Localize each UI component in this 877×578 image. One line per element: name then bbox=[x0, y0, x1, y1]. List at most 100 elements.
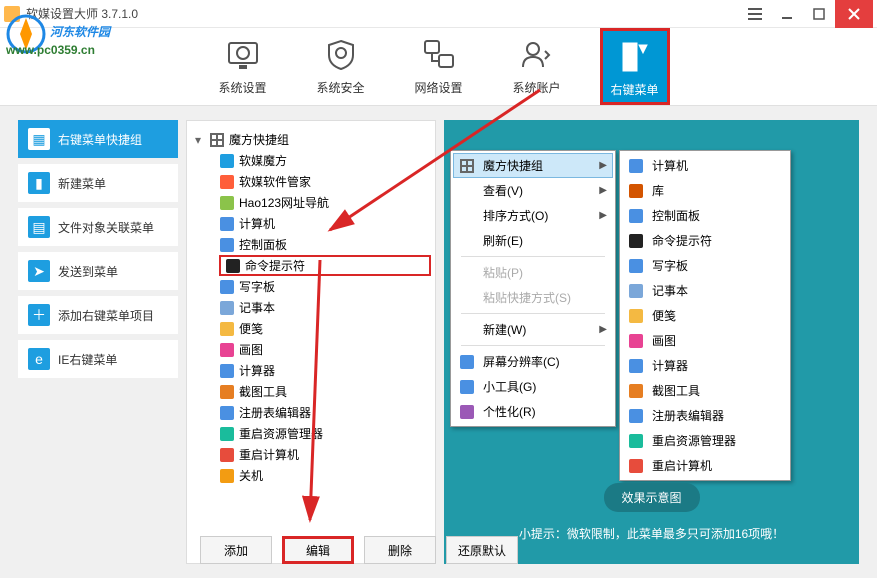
sidebar-item-send-to[interactable]: ➤发送到菜单 bbox=[18, 252, 178, 290]
tree-node[interactable]: 画图 bbox=[219, 339, 431, 360]
toolbar-context-menu[interactable]: 右键菜单 bbox=[600, 28, 670, 105]
menu-item[interactable]: 计算器 bbox=[622, 353, 788, 378]
menu-item-icon bbox=[628, 158, 644, 174]
tree-node-label: 计算机 bbox=[239, 215, 275, 232]
menu-item-label: 个性化(R) bbox=[483, 403, 536, 420]
sidebar-item-add-item[interactable]: ＋添加右键菜单项目 bbox=[18, 296, 178, 334]
tree-node[interactable]: 截图工具 bbox=[219, 381, 431, 402]
menu-item[interactable]: 截图工具 bbox=[622, 378, 788, 403]
menu-item[interactable]: 控制面板 bbox=[622, 203, 788, 228]
menu-item[interactable]: 命令提示符 bbox=[622, 228, 788, 253]
tree-node[interactable]: 计算器 bbox=[219, 360, 431, 381]
app-icon bbox=[219, 363, 235, 379]
menu-item-icon bbox=[459, 290, 475, 306]
toolbar-sys-account[interactable]: 系统账户 bbox=[502, 37, 572, 96]
sidebar-icon: ▮ bbox=[28, 172, 50, 194]
menu-item-label: 排序方式(O) bbox=[483, 207, 548, 224]
tree-node[interactable]: Hao123网址导航 bbox=[219, 192, 431, 213]
tree-node-label: 重启资源管理器 bbox=[239, 425, 323, 442]
app-icon bbox=[219, 174, 235, 190]
tree-node[interactable]: 关机 bbox=[219, 465, 431, 486]
minimize-button[interactable] bbox=[771, 0, 803, 28]
menu-separator bbox=[461, 345, 605, 346]
app-icon bbox=[219, 300, 235, 316]
tree-panel[interactable]: ▾ 魔方快捷组 软媒魔方软媒软件管家 Hao123网址导航计算机控制面板命令提示符… bbox=[186, 120, 436, 564]
menu-item-label: 写字板 bbox=[652, 257, 688, 274]
tree-node-label: Hao123网址导航 bbox=[239, 194, 329, 211]
tree-node-label: 便笺 bbox=[239, 320, 263, 337]
toolbar-sys-security[interactable]: 系统安全 bbox=[306, 37, 376, 96]
menu-item[interactable]: 重启计算机 bbox=[622, 453, 788, 478]
menu-item-label: 查看(V) bbox=[483, 182, 523, 199]
user-icon bbox=[519, 37, 555, 73]
menu-item[interactable]: 查看(V) ▶ bbox=[453, 178, 613, 203]
tree-node[interactable]: 软媒魔方 bbox=[219, 150, 431, 171]
submenu-arrow-icon: ▶ bbox=[599, 324, 607, 335]
menu-item[interactable]: 重启资源管理器 bbox=[622, 428, 788, 453]
menu-item-icon bbox=[459, 322, 475, 338]
tree-node[interactable]: 写字板 bbox=[219, 276, 431, 297]
menu-item-label: 粘贴快捷方式(S) bbox=[483, 289, 571, 306]
sidebar-icon: ＋ bbox=[28, 304, 50, 326]
menu-item-icon bbox=[459, 183, 475, 199]
menu-item[interactable]: 记事本 bbox=[622, 278, 788, 303]
tree-node[interactable]: 计算机 bbox=[219, 213, 431, 234]
menu-item[interactable]: 屏幕分辨率(C) bbox=[453, 349, 613, 374]
menu-item[interactable]: 新建(W)▶ bbox=[453, 317, 613, 342]
sidebar-item-shortcut-group[interactable]: ▦右键菜单快捷组 bbox=[18, 120, 178, 158]
sidebar: ▦右键菜单快捷组 ▮ 新建菜单 ▤文件对象关联菜单 ➤发送到菜单 ＋添加右键菜单项目 eIE… bbox=[18, 120, 178, 564]
menu-item[interactable]: 排序方式(O)▶ bbox=[453, 203, 613, 228]
tree-node-label: 软媒魔方 bbox=[239, 152, 287, 169]
delete-button[interactable]: 删除 bbox=[364, 536, 436, 564]
edit-button[interactable]: 编辑 bbox=[282, 536, 354, 564]
bottom-button-bar: 添加 编辑 删除 还原默认 bbox=[200, 536, 518, 564]
menu-item-icon bbox=[459, 354, 475, 370]
tree-node[interactable]: 重启资源管理器 bbox=[219, 423, 431, 444]
menu-item[interactable]: 注册表编辑器 bbox=[622, 403, 788, 428]
menu-item[interactable]: 画图 bbox=[622, 328, 788, 353]
preview-panel: 魔方快捷组▶查看(V)▶排序方式(O)▶刷新(E)粘贴(P)粘贴快捷方式(S)新… bbox=[444, 120, 859, 564]
menu-item[interactable]: 便笺 bbox=[622, 303, 788, 328]
restore-button[interactable]: 还原默认 bbox=[446, 536, 518, 564]
sidebar-item-new-menu[interactable]: ▮ 新建菜单 bbox=[18, 164, 178, 202]
toolbar-sys-settings[interactable]: 系统设置 bbox=[208, 37, 278, 96]
toolbar-label: 右键菜单 bbox=[610, 81, 658, 98]
menu-item[interactable]: 写字板 bbox=[622, 253, 788, 278]
tree-node[interactable]: 命令提示符 bbox=[219, 255, 431, 276]
tree-node[interactable]: 重启计算机 bbox=[219, 444, 431, 465]
menu-button[interactable] bbox=[739, 0, 771, 28]
tree-node-label: 画图 bbox=[239, 341, 263, 358]
tree-node[interactable]: 便笺 bbox=[219, 318, 431, 339]
close-button[interactable] bbox=[835, 0, 873, 28]
menu-separator bbox=[461, 313, 605, 314]
app-icon bbox=[219, 384, 235, 400]
submenu-arrow-icon: ▶ bbox=[599, 185, 607, 196]
tree-node[interactable]: 注册表编辑器 bbox=[219, 402, 431, 423]
grid-icon bbox=[209, 132, 225, 148]
app-icon bbox=[219, 426, 235, 442]
tree-node[interactable]: 记事本 bbox=[219, 297, 431, 318]
context-menu-icon bbox=[617, 39, 653, 75]
tree-node-label: 注册表编辑器 bbox=[239, 404, 311, 421]
sidebar-item-label: IE右键菜单 bbox=[58, 351, 117, 368]
tree-node[interactable]: 控制面板 bbox=[219, 234, 431, 255]
menu-item[interactable]: 小工具(G) bbox=[453, 374, 613, 399]
sidebar-item-label: 新建菜单 bbox=[58, 175, 106, 192]
tree-root-node[interactable]: ▾ 魔方快捷组 bbox=[195, 129, 431, 150]
close-icon bbox=[848, 8, 860, 20]
maximize-button[interactable] bbox=[803, 0, 835, 28]
menu-item[interactable]: 刷新(E) bbox=[453, 228, 613, 253]
add-button[interactable]: 添加 bbox=[200, 536, 272, 564]
menu-item[interactable]: 计算机 bbox=[622, 153, 788, 178]
menu-item[interactable]: 库 bbox=[622, 178, 788, 203]
tree-node-label: 关机 bbox=[239, 467, 263, 484]
menu-item[interactable]: 魔方快捷组▶ bbox=[453, 153, 613, 178]
menu-item[interactable]: 个性化(R) bbox=[453, 399, 613, 424]
toolbar-net-settings[interactable]: 网络设置 bbox=[404, 37, 474, 96]
sidebar-item-file-assoc[interactable]: ▤文件对象关联菜单 bbox=[18, 208, 178, 246]
app-icon bbox=[219, 405, 235, 421]
tree-node[interactable]: 软媒软件管家 bbox=[219, 171, 431, 192]
sidebar-item-ie-menu[interactable]: eIE右键菜单 bbox=[18, 340, 178, 378]
hamburger-icon bbox=[748, 8, 762, 20]
app-icon bbox=[219, 342, 235, 358]
